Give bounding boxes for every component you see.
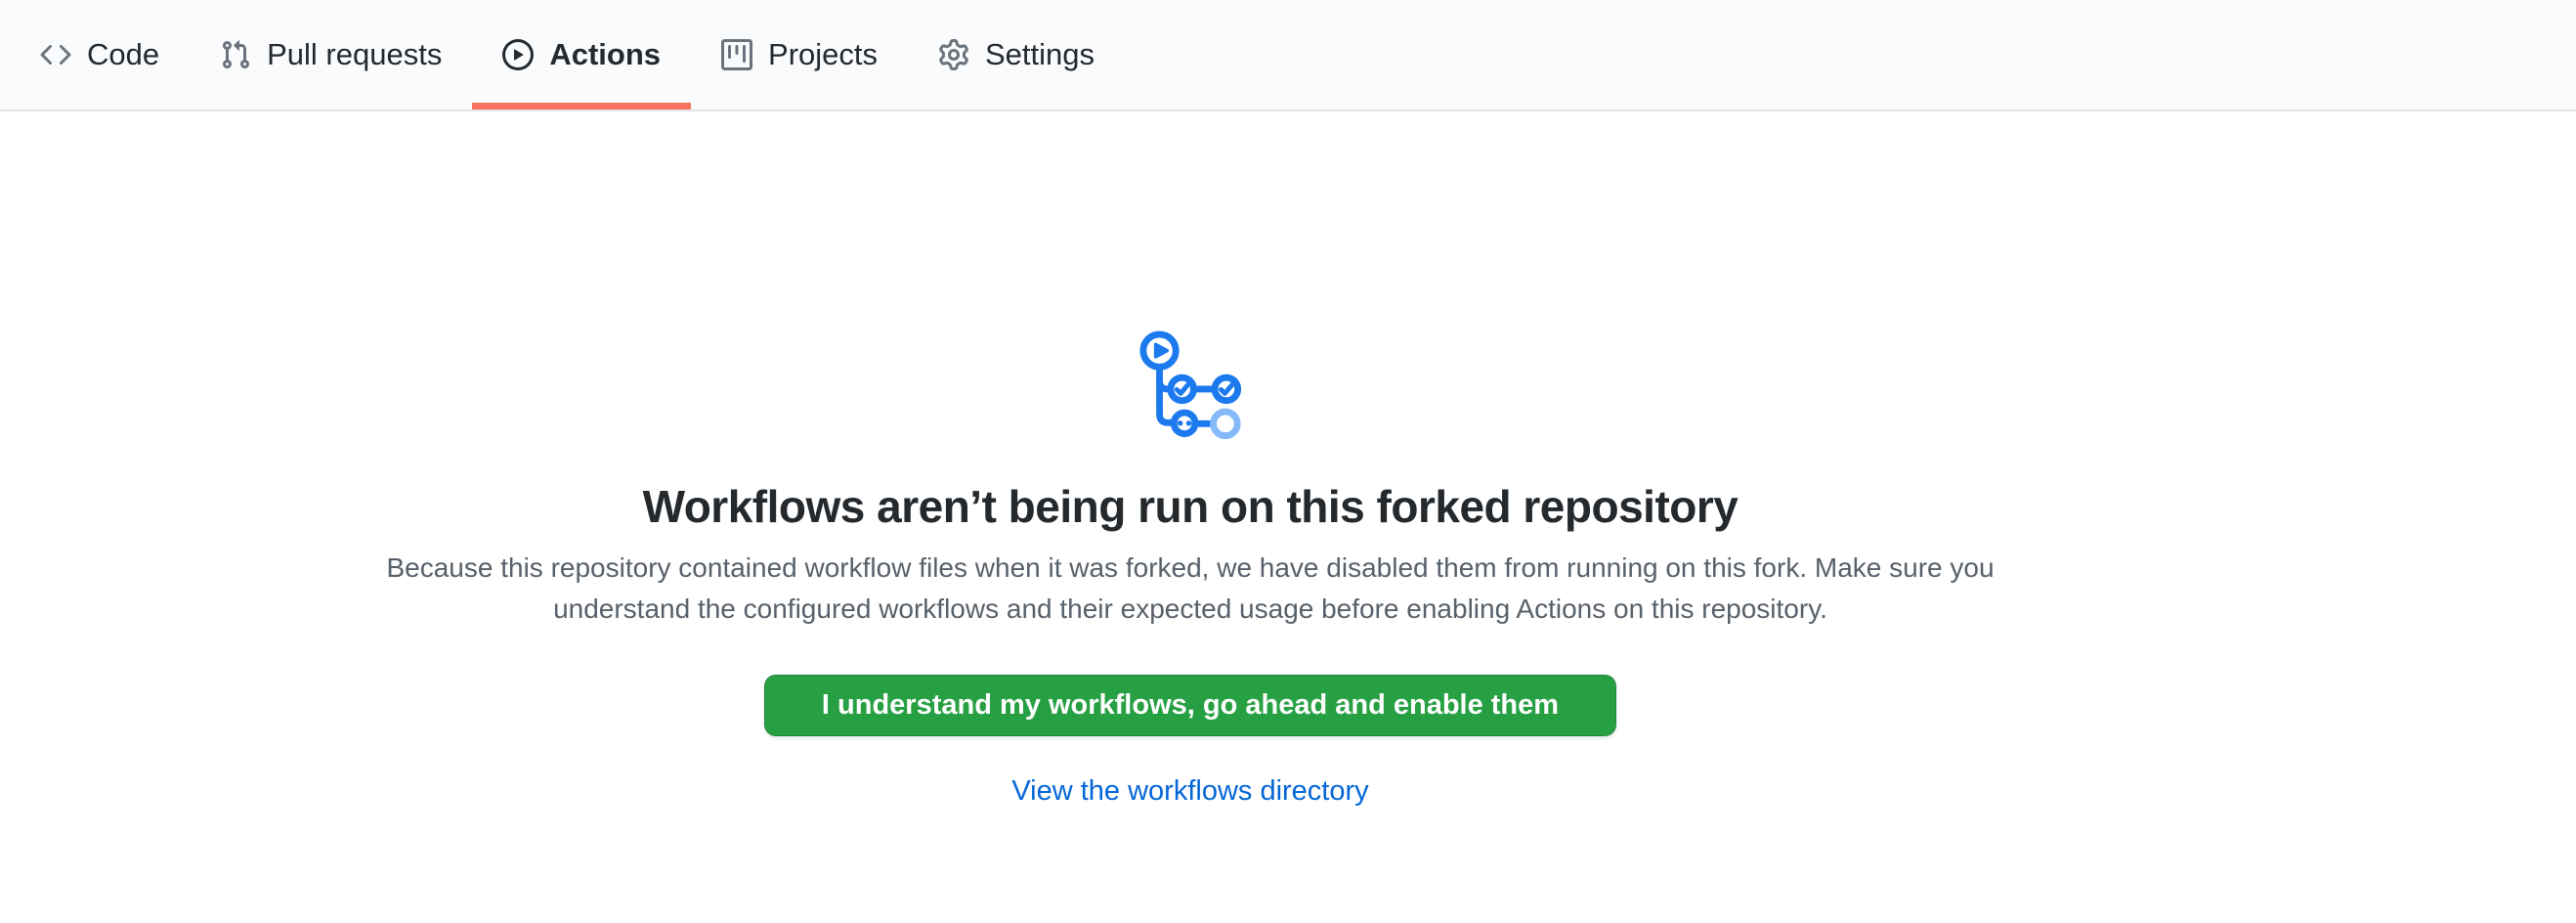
tab-actions[interactable]: Actions xyxy=(472,0,691,110)
workflow-graph-icon xyxy=(1133,327,1248,444)
repo-tab-bar: Code Pull requests Actions Projects Sett… xyxy=(0,0,2576,111)
play-circle-icon xyxy=(502,39,534,70)
blankslate-description: Because this repository contained workfl… xyxy=(379,548,2001,630)
tab-settings[interactable]: Settings xyxy=(908,0,1125,110)
enable-workflows-button[interactable]: I understand my workflows, go ahead and … xyxy=(764,675,1616,736)
blankslate-heading: Workflows aren’t being run on this forke… xyxy=(643,479,1739,536)
enable-button-row: I understand my workflows, go ahead and … xyxy=(764,675,1616,736)
git-pull-request-icon xyxy=(220,39,251,70)
actions-disabled-blankslate: Workflows aren’t being run on this forke… xyxy=(0,111,2381,808)
tab-projects-label: Projects xyxy=(768,37,878,72)
tab-code[interactable]: Code xyxy=(10,0,190,110)
project-icon xyxy=(721,39,752,70)
tab-code-label: Code xyxy=(87,37,159,72)
tab-pull-requests[interactable]: Pull requests xyxy=(190,0,472,110)
view-workflows-directory-link[interactable]: View the workflows directory xyxy=(1011,775,1368,807)
code-icon xyxy=(40,39,71,70)
gear-icon xyxy=(938,39,969,70)
tab-pull-requests-label: Pull requests xyxy=(267,37,442,72)
tab-settings-label: Settings xyxy=(985,37,1095,72)
workflows-link-row: View the workflows directory xyxy=(1011,775,1368,808)
tab-projects[interactable]: Projects xyxy=(691,0,908,110)
tab-actions-label: Actions xyxy=(549,37,661,72)
